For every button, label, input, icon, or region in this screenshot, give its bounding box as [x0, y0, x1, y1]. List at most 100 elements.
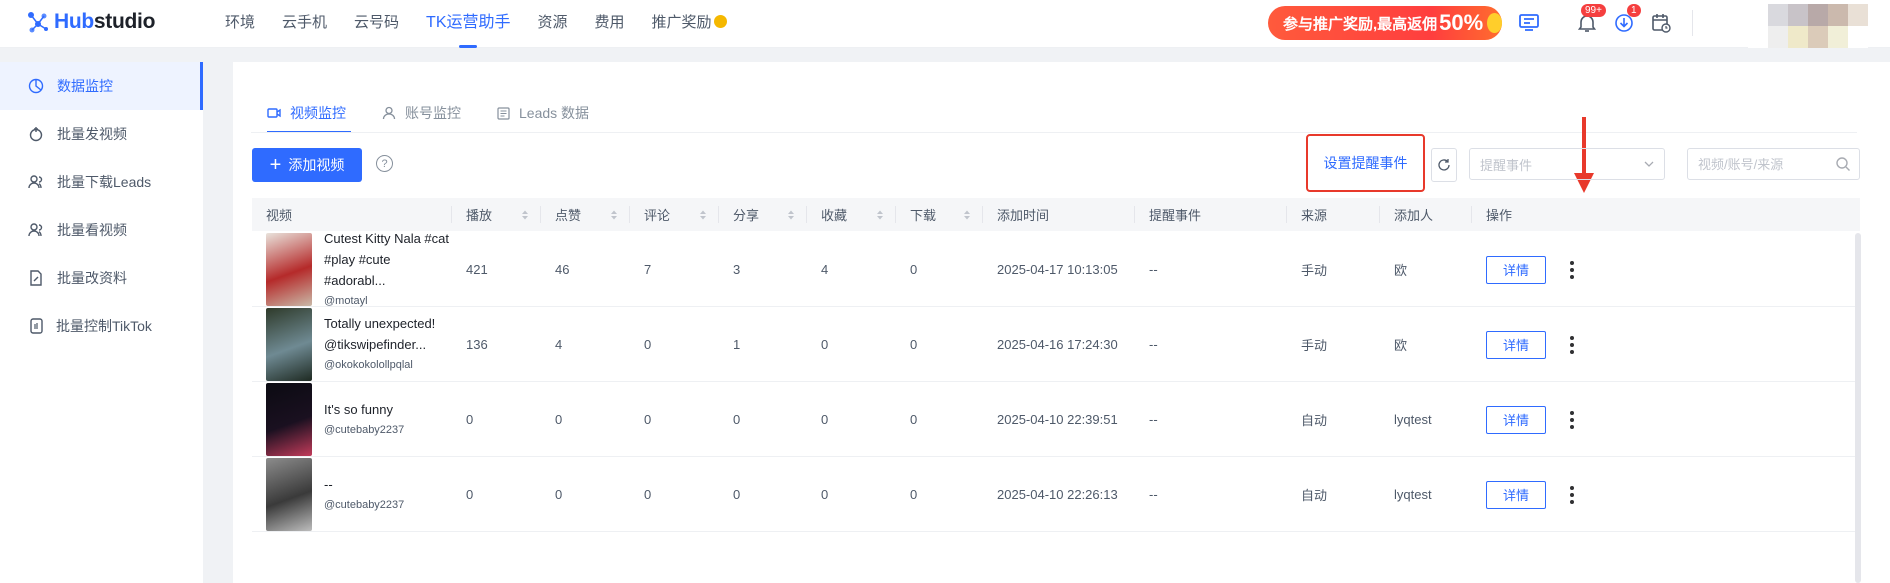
- cell-share: 0: [733, 412, 741, 427]
- cell-favorite: 4: [821, 262, 829, 277]
- col-header-share[interactable]: 分享: [719, 198, 807, 231]
- nav-item-referral[interactable]: 推广奖励: [652, 0, 727, 48]
- detail-button[interactable]: 详情: [1486, 405, 1546, 434]
- publish-icon: [29, 127, 43, 142]
- cell-actions: 详情: [1472, 382, 1652, 457]
- sort-icon: [611, 210, 617, 220]
- add-video-button[interactable]: + 添加视频: [252, 148, 362, 182]
- set-reminder-button[interactable]: 设置提醒事件: [1306, 134, 1425, 192]
- chart-icon: [28, 78, 44, 94]
- sidebar: 数据监控 批量发视频 批量下载Leads 批量看视频 批量改资料 批量控制Tik…: [0, 62, 203, 583]
- coin-icon: [713, 15, 727, 28]
- sort-icon: [700, 210, 706, 220]
- tab-bar: 视频监控 账号监控 Leads 数据: [267, 98, 625, 133]
- sidebar-item-data-monitor[interactable]: 数据监控: [0, 62, 203, 110]
- bell-icon[interactable]: 99+: [1574, 4, 1606, 36]
- col-header-download[interactable]: 下载: [896, 198, 983, 231]
- promo-percent: 50%: [1439, 10, 1484, 35]
- detail-button[interactable]: 详情: [1486, 255, 1546, 284]
- video-author-handle: @cutebaby2237: [324, 423, 405, 436]
- cell-favorite: 0: [821, 412, 829, 427]
- detail-button[interactable]: 详情: [1486, 330, 1546, 359]
- more-options-icon[interactable]: [1568, 259, 1576, 280]
- divider: [1692, 10, 1693, 36]
- cell-added-time: 2025-04-10 22:26:13: [997, 487, 1118, 502]
- cell-video: Cutest Kitty Nala #cat #play #cute #adora…: [252, 231, 452, 307]
- reminder-event-select[interactable]: 提醒事件: [1469, 148, 1665, 180]
- cell-share: 3: [733, 262, 741, 277]
- tab-video-monitor[interactable]: 视频监控: [267, 98, 351, 133]
- sidebar-item-label: 批量下载Leads: [57, 174, 152, 190]
- video-title-line2[interactable]: #play #cute #adorabl...: [324, 249, 452, 291]
- tab-account-monitor[interactable]: 账号监控: [382, 98, 461, 128]
- cell-added-time: 2025-04-16 17:24:30: [997, 337, 1118, 352]
- more-options-icon[interactable]: [1568, 409, 1576, 430]
- table-row: Cutest Kitty Nala #cat #play #cute #adora…: [252, 231, 1860, 307]
- sidebar-item-batch-publish[interactable]: 批量发视频: [0, 110, 203, 158]
- video-title-line1[interactable]: Totally unexpected!: [324, 313, 452, 334]
- video-thumbnail[interactable]: [266, 458, 312, 531]
- video-thumbnail[interactable]: [266, 383, 312, 456]
- cell-reminder: --: [1149, 487, 1158, 502]
- hubstudio-logo[interactable]: Hubstudio: [26, 10, 155, 34]
- cell-adder: 欧: [1394, 338, 1408, 353]
- more-options-icon[interactable]: [1568, 334, 1576, 355]
- coin-icon: [1487, 13, 1502, 33]
- nav-item-cloud-phone[interactable]: 云手机: [282, 0, 327, 48]
- cell-video: -- @cutebaby2237: [252, 457, 452, 532]
- cell-adder: lyqtest: [1394, 487, 1432, 502]
- sidebar-item-batch-watch[interactable]: 批量看视频: [0, 206, 203, 254]
- sort-icon: [522, 210, 528, 220]
- table-row: It's so funny @cutebaby2237 0 0 0 0 0 0 2025-04-…: [252, 382, 1860, 457]
- chevron-down-icon: [1644, 161, 1654, 167]
- cell-play: 421: [466, 262, 488, 277]
- user-avatar-pixelated[interactable]: [1748, 4, 1868, 48]
- tab-leads-data[interactable]: Leads 数据: [497, 98, 589, 128]
- col-header-like[interactable]: 点赞: [541, 198, 630, 231]
- nav-item-tk-assistant[interactable]: TK运营助手: [426, 0, 511, 48]
- sidebar-item-batch-leads[interactable]: 批量下载Leads: [0, 158, 203, 206]
- cell-comment: 0: [644, 412, 652, 427]
- cell-like: 46: [555, 262, 570, 277]
- sort-icon: [964, 210, 970, 220]
- video-thumbnail[interactable]: [266, 308, 312, 381]
- nav-item-env[interactable]: 环境: [225, 0, 255, 48]
- help-icon[interactable]: ?: [376, 155, 393, 172]
- cell-reminder: --: [1149, 262, 1158, 277]
- promo-banner[interactable]: 参与推广奖励,最高返佣 50%: [1268, 6, 1502, 40]
- detail-button[interactable]: 详情: [1486, 480, 1546, 509]
- video-title-line1[interactable]: It's so funny: [324, 399, 452, 420]
- video-title-line2[interactable]: @tikswipefinder...: [324, 334, 452, 355]
- table-scrollbar[interactable]: [1855, 233, 1861, 583]
- video-title-line1[interactable]: --: [324, 474, 452, 495]
- more-options-icon[interactable]: [1568, 484, 1576, 505]
- cell-play: 0: [466, 412, 474, 427]
- video-title-line1[interactable]: Cutest Kitty Nala #cat: [324, 228, 452, 249]
- table-row: -- @cutebaby2237 0 0 0 0 0 0 2025-04-10 22:26:13…: [252, 457, 1860, 532]
- cell-video: It's so funny @cutebaby2237: [252, 382, 452, 457]
- video-info: -- @cutebaby2237: [324, 474, 452, 516]
- video-icon: [267, 108, 281, 118]
- screen-icon[interactable]: [1516, 10, 1542, 36]
- cell-comment: 0: [644, 487, 652, 502]
- refresh-button[interactable]: [1431, 148, 1457, 182]
- col-header-play[interactable]: 播放: [452, 198, 541, 231]
- col-header-favorite[interactable]: 收藏: [807, 198, 896, 231]
- schedule-icon[interactable]: [1648, 10, 1674, 36]
- download-icon[interactable]: 1: [1611, 4, 1641, 36]
- sidebar-item-batch-control-tiktok[interactable]: 批量控制TikTok: [0, 302, 203, 350]
- cell-download: 0: [910, 487, 918, 502]
- col-header-comment[interactable]: 评论: [630, 198, 719, 231]
- search-box[interactable]: [1687, 148, 1860, 180]
- cell-source: 自动: [1301, 488, 1328, 503]
- nav-item-billing[interactable]: 费用: [595, 0, 625, 48]
- sidebar-item-batch-edit-profile[interactable]: 批量改资料: [0, 254, 203, 302]
- cell-source: 手动: [1301, 263, 1328, 278]
- sidebar-item-label: 批量改资料: [57, 270, 127, 286]
- search-input[interactable]: [1698, 156, 1828, 172]
- cell-like: 4: [555, 337, 563, 352]
- nav-item-cloud-number[interactable]: 云号码: [354, 0, 399, 48]
- nav-item-resources[interactable]: 资源: [538, 0, 568, 48]
- cell-actions: 详情: [1472, 457, 1652, 532]
- video-thumbnail[interactable]: [266, 233, 312, 306]
